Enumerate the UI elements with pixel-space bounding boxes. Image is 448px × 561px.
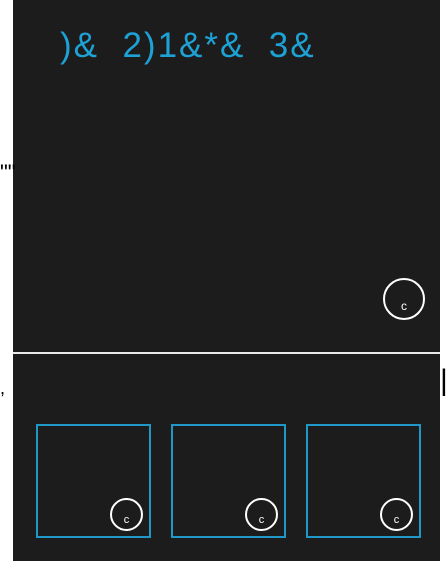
tile-3[interactable]: c: [306, 424, 421, 538]
page: )& 2)1&*& 3& "" , | c c c c: [0, 0, 448, 561]
edge-bar-mark: |: [440, 364, 448, 397]
tile-2-action-button[interactable]: c: [245, 498, 278, 531]
edge-quote-mark: "": [0, 160, 16, 185]
tile-3-action-button[interactable]: c: [380, 498, 413, 531]
page-title: )& 2)1&*& 3&: [60, 26, 316, 65]
tile-1[interactable]: c: [36, 424, 151, 538]
section-divider: [13, 352, 440, 354]
main-action-button[interactable]: c: [383, 278, 425, 320]
edge-comma-mark: ,: [0, 378, 6, 398]
tile-2[interactable]: c: [171, 424, 286, 538]
tile-1-action-button[interactable]: c: [110, 498, 143, 531]
